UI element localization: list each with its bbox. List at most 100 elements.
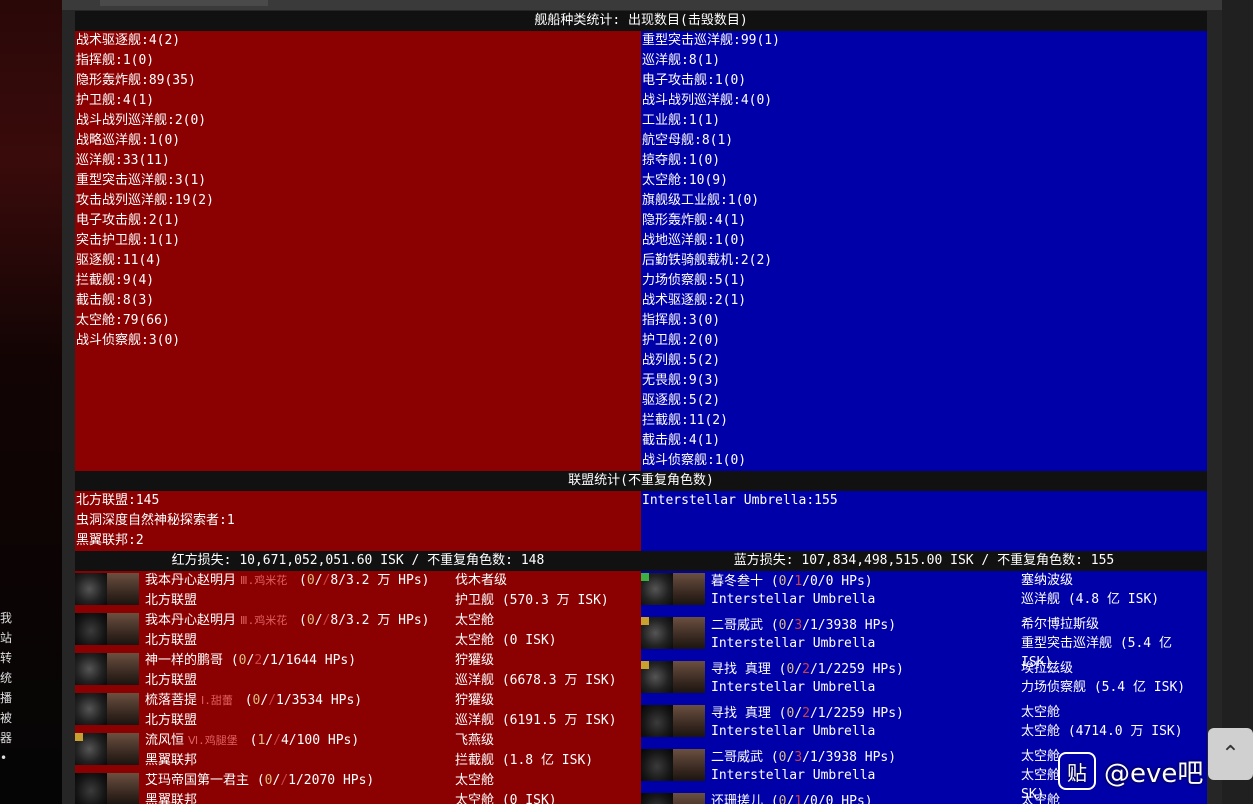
pilot-name[interactable]: 我本丹心赵明月 [145, 573, 236, 588]
pilot-info: 我本丹心赵明月 Ⅲ.鸡米花 (0//8/3.2 万 HPs) [145, 571, 429, 591]
pilot-name[interactable]: 神一样的鹏哥 [145, 653, 223, 668]
ship-stats-red-panel: 战术驱逐舰:4(2) 指挥舰:1(0) 隐形轰炸舰:89(35) 护卫舰:4(1) 战斗… [75, 31, 641, 471]
ship-icon[interactable] [75, 773, 107, 804]
pilot-stats-rest: 1/3534 HPs) [276, 693, 363, 708]
tieba-icon: 贴 [1058, 752, 1096, 790]
pilot-stat-b: 1 [794, 794, 803, 804]
pilot-portrait[interactable] [673, 661, 705, 693]
ship-info: 太空舱 太空舱 (4714.0 万 ISK) [1021, 703, 1201, 741]
pilot-stat-b: 2 [254, 653, 263, 668]
alliance-stats-header: 联盟统计(不重复角色数) [75, 471, 1207, 491]
loss-row[interactable]: 我本丹心赵明月 Ⅲ.鸡米花 (0//8/3.2 万 HPs) 北方联盟 太空舱 太空舱 … [75, 611, 641, 651]
pilot-info: 还珊搓儿 (0/1/0/0 HPs) [711, 792, 873, 804]
ship-stat-line: 隐形轰炸舰:4(1) [642, 213, 747, 228]
ship-info: 塞纳波级 巡洋舰 (4.8 亿 ISK) [1021, 571, 1201, 609]
ship-stat-line: 太空舱:10(9) [642, 173, 728, 188]
pilot-name[interactable]: 暮冬叁十 [711, 574, 763, 589]
pilot-stats-rest: /1/1644 HPs) [262, 653, 357, 668]
ship-class: 伐木者级 [455, 573, 508, 588]
loss-row[interactable]: 神一样的鹏哥 (0/2/1/1644 HPs) 北方联盟 狞獾级 巡洋舰 (6678.… [75, 651, 641, 691]
pilot-info: 艾玛帝国第一君主 (0//1/2070 HPs) [145, 771, 374, 791]
pilot-name[interactable]: 艾玛帝国第一君主 [145, 773, 249, 788]
pilot-portrait[interactable] [107, 653, 139, 685]
loss-row[interactable]: 我本丹心赵明月 Ⅲ.鸡米花 (0//8/3.2 万 HPs) 北方联盟 伐木者级 护卫舰… [75, 571, 641, 611]
pilot-stats-open: ( [249, 773, 265, 788]
loss-row[interactable]: 流风恒 Ⅵ.鸡腿堡 (1//4/100 HPs) 黑翼联邦 飞燕级 拦截舰 (1.8 亿… [75, 731, 641, 771]
pilot-name[interactable]: 二哥威武 [711, 618, 763, 633]
pilot-stats-open: ( [241, 733, 258, 748]
tech-badge-icon [641, 617, 649, 625]
pilot-stat-sep: / [794, 662, 803, 677]
left-edge-char: 被 [0, 711, 13, 725]
pilot-name[interactable]: 我本丹心赵明月 [145, 613, 236, 628]
watermark: 贴 @eve吧 [1058, 750, 1203, 792]
loss-row[interactable]: 还珊搓儿 (0/1/0/0 HPs) 太空舱 [641, 791, 1207, 804]
pilot-portrait[interactable] [107, 613, 139, 645]
loss-row[interactable]: 寻找 真理 (0/2/1/2259 HPs) Interstellar Umbre… [641, 659, 1207, 703]
loss-row[interactable]: 暮冬叁十 (0/1/0/0 HPs) Interstellar Umbrella 塞… [641, 571, 1207, 615]
pilot-portrait[interactable] [107, 773, 139, 804]
ship-info: 太空舱 太空舱 (0 ISK) [455, 771, 635, 804]
pilot-ally-tag: Ⅰ.甜蕾 [201, 694, 233, 707]
portraits [75, 653, 139, 685]
pilot-info: 流风恒 Ⅵ.鸡腿堡 (1//4/100 HPs) [145, 731, 359, 751]
ship-icon[interactable] [75, 573, 107, 605]
ship-class: 太空舱 [455, 773, 495, 788]
pilot-name[interactable]: 寻找 真理 [711, 706, 771, 721]
pilot-name[interactable]: 还珊搓儿 [711, 794, 763, 804]
tech-badge-icon [75, 733, 83, 741]
ship-icon[interactable] [75, 653, 107, 685]
pilot-portrait[interactable] [107, 693, 139, 725]
portraits [75, 773, 139, 804]
pilot-ally-tag: Ⅲ.鸡米花 [240, 614, 288, 627]
ship-stat-line: 无畏舰:9(3) [642, 373, 721, 388]
pilot-portrait[interactable] [107, 733, 139, 765]
pilot-corp: Interstellar Umbrella [711, 680, 876, 695]
loss-row[interactable]: 梳落菩提 Ⅰ.甜蕾 (0//1/3534 HPs) 北方联盟 狞獾级 巡洋舰 (6191… [75, 691, 641, 731]
loss-row[interactable]: 寻找 真理 (0/2/1/2259 HPs) Interstellar Umbre… [641, 703, 1207, 747]
pilot-stat-a: 0 [306, 613, 315, 628]
pilot-portrait[interactable] [673, 573, 705, 605]
pilot-stat-a: 0 [778, 618, 787, 633]
ship-info: 飞燕级 拦截舰 (1.8 亿 ISK) [455, 731, 635, 771]
pilot-stats-open: ( [291, 573, 307, 588]
pilot-portrait[interactable] [673, 617, 705, 649]
window-tab[interactable] [100, 0, 268, 6]
pilot-name[interactable]: 二哥威武 [711, 750, 763, 765]
ship-stat-line: 电子攻击舰:1(0) [642, 73, 747, 88]
ship-icon[interactable] [641, 749, 673, 781]
ship-stat-line: 航空母舰:8(1) [642, 133, 734, 148]
pilot-portrait[interactable] [673, 793, 705, 804]
pilot-portrait[interactable] [673, 749, 705, 781]
left-edge-char: 器 [0, 731, 13, 745]
pilot-info: 二哥威武 (0/3/1/3938 HPs) [711, 748, 896, 768]
pilot-name[interactable]: 流风恒 [145, 733, 184, 748]
pilot-name[interactable]: 梳落菩提 [145, 693, 197, 708]
loss-row[interactable]: 艾玛帝国第一君主 (0//1/2070 HPs) 黑翼联邦 太空舱 太空舱 (0 IS… [75, 771, 641, 804]
ship-icon[interactable] [75, 613, 107, 645]
ship-class: 狞獾级 [455, 653, 495, 668]
ship-info: 伐木者级 护卫舰 (570.3 万 ISK) [455, 571, 635, 611]
loss-row[interactable]: 二哥威武 (0/3/1/3938 HPs) Interstellar Umbrel… [641, 615, 1207, 670]
pilot-portrait[interactable] [107, 573, 139, 605]
pilot-corp: Interstellar Umbrella [711, 768, 876, 783]
ship-stat-line: 工业舰:1(1) [642, 113, 721, 128]
ship-info: 狞獾级 巡洋舰 (6678.3 万 ISK) [455, 651, 635, 691]
ship-info: 狞獾级 巡洋舰 (6191.5 万 ISK) [455, 691, 635, 731]
pilot-stats-rest: 4/100 HPs) [280, 733, 360, 748]
ship-icon[interactable] [641, 705, 673, 737]
ship-type-value: 巡洋舰 (6191.5 万 ISK) [455, 713, 617, 728]
pilot-name[interactable]: 寻找 真理 [711, 662, 771, 677]
pilot-ally-tag: Ⅲ.鸡米花 [240, 574, 288, 587]
ship-icon[interactable] [75, 693, 107, 725]
pilot-stat-a: 0 [778, 794, 787, 804]
left-edge-char: 我 [0, 611, 13, 625]
red-loss-list: 我本丹心赵明月 Ⅲ.鸡米花 (0//8/3.2 万 HPs) 北方联盟 伐木者级 护卫舰… [75, 571, 641, 804]
portraits [641, 573, 705, 605]
portraits [641, 793, 705, 804]
scroll-top-button[interactable]: ⌃ [1208, 728, 1253, 780]
ship-icon[interactable] [641, 793, 673, 804]
left-edge-text: 我站转统播被器 • [0, 608, 14, 768]
pilot-corp: 黑翼联邦 [145, 793, 198, 804]
pilot-portrait[interactable] [673, 705, 705, 737]
